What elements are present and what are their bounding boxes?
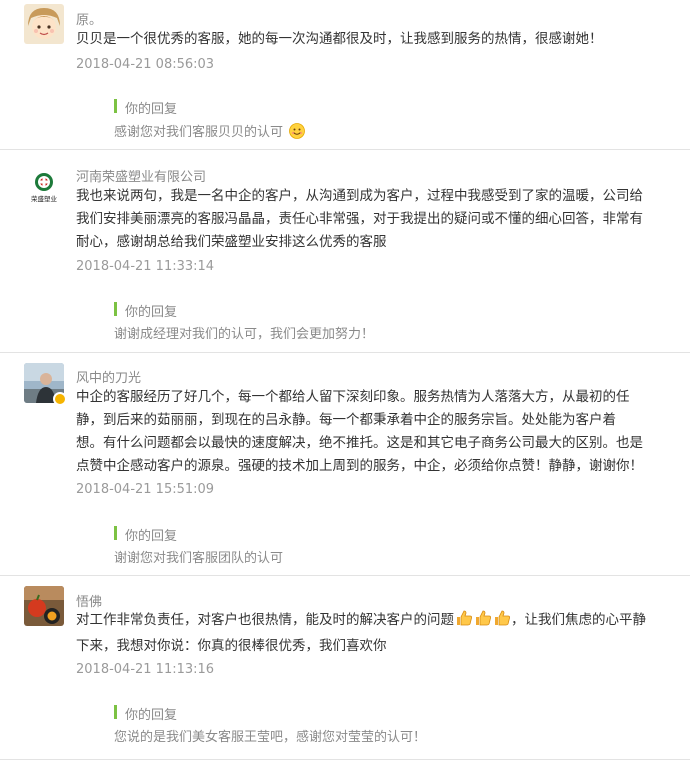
thumbs-up-icon — [474, 609, 492, 635]
smile-emoji-icon — [289, 122, 306, 143]
reply-label: 你的回复 — [125, 529, 178, 544]
comment-timestamp: 2018-04-21 15:51:09 — [76, 482, 215, 497]
comment-line: 静，到后来的茹丽丽，到现在的吕永静。每一个都秉承着中企的服务宗旨。处处能为客户着 — [76, 412, 616, 428]
cartoon-face-avatar[interactable] — [24, 4, 64, 44]
comment-timestamp: 2018-04-21 08:56:03 — [76, 57, 215, 72]
comment-line: 下来，我想对你说：你真的很棒很优秀，我们喜欢你 — [76, 638, 387, 654]
comment-item: 风中的刀光 中企的客服经历了好几个，每一个都给人留下深刻印象。服务热情为人落落大… — [0, 353, 690, 576]
comment-line: 耐心，感谢胡总给我们荣盛塑业安排这么优秀的客服 — [76, 234, 387, 250]
thumbs-up-icon — [493, 609, 511, 635]
company-logo-avatar[interactable]: 荣盛塑业 — [24, 166, 64, 206]
comment-body: 我也来说两句，我是一名中企的客户，从沟通到成为客户，过程中我感受到了家的温暖，公… — [76, 185, 674, 254]
reply-label: 你的回复 — [125, 102, 178, 117]
comment-username[interactable]: 悟佛 — [76, 591, 102, 610]
comment-body: 中企的客服经历了好几个，每一个都给人留下深刻印象。服务热情为人落落大方，从最初的… — [76, 386, 674, 478]
comment-item: 原。 贝贝是一个很优秀的客服，她的每一次沟通都很及时，让我感到服务的热情，很感谢… — [0, 0, 690, 150]
thumbs-up-icon — [455, 609, 473, 635]
reply-accent-bar — [114, 99, 117, 113]
reply-accent-bar — [114, 526, 117, 540]
comment-line: 我也来说两句，我是一名中企的客户，从沟通到成为客户，过程中我感受到了家的温暖，公… — [76, 188, 643, 204]
comment-username[interactable]: 原。 — [76, 9, 102, 28]
comment-line-suffix: ，让我们焦虑的心平静 — [511, 612, 646, 628]
comment-username[interactable]: 风中的刀光 — [76, 367, 141, 386]
reply-label: 你的回复 — [125, 708, 178, 723]
comment-line: 点赞中企感动客户的源泉。强硬的技术加上周到的服务，中企，必须给你点赞！静静，谢谢… — [76, 458, 643, 474]
reply-text-content: 感谢您对我们客服贝贝的认可 — [114, 125, 284, 140]
comment-body: 贝贝是一个很优秀的客服，她的每一次沟通都很及时，让我感到服务的热情，很感谢她！ — [76, 28, 674, 51]
comment-item: 悟佛 对工作非常负责任，对客户也很热情，能及时的解决客户的问题 ，让我们焦虑的心平… — [0, 576, 690, 760]
comment-line: 我们安排美丽漂亮的客服冯晶晶，责任心非常强，对于我提出的疑问或不懂的细心回答，非… — [76, 211, 643, 227]
comment-line: 对工作非常负责任，对客户也很热情，能及时的解决客户的问题 ，让我们焦虑的心平静 — [76, 609, 674, 635]
comment-item: 荣盛塑业 河南荣盛塑业有限公司 我也来说两句，我是一名中企的客户，从沟通到成为客… — [0, 150, 690, 353]
verified-badge-icon — [53, 392, 67, 406]
reply-accent-bar — [114, 705, 117, 719]
comment-line: 想。有什么问题都会以最快的速度解决，绝不推托。这是和其它电子商务公司最大的区别。… — [76, 435, 643, 451]
comment-timestamp: 2018-04-21 11:33:14 — [76, 259, 215, 274]
photo-avatar[interactable] — [24, 363, 67, 406]
comment-timestamp: 2018-04-21 11:13:16 — [76, 662, 215, 677]
reply-text: 谢谢成经理对我们的认可，我们会更加努力！ — [114, 327, 375, 342]
comment-body: 对工作非常负责任，对客户也很热情，能及时的解决客户的问题 ，让我们焦虑的心平静 下… — [76, 609, 674, 658]
comment-line-text: 对工作非常负责任，对客户也很热情，能及时的解决客户的问题 — [76, 612, 454, 628]
reply-text: 感谢您对我们客服贝贝的认可 — [114, 121, 306, 143]
comment-line: 中企的客服经历了好几个，每一个都给人留下深刻印象。服务热情为人落落大方，从最初的… — [76, 389, 630, 405]
reply-text: 您说的是我们美女客服王莹吧，感谢您对莹莹的认可！ — [114, 730, 427, 745]
reply-text: 谢谢您对我们客服团队的认可 — [114, 551, 284, 566]
fruit-photo-avatar[interactable] — [24, 586, 64, 626]
reply-label: 你的回复 — [125, 305, 178, 320]
comment-line: 贝贝是一个很优秀的客服，她的每一次沟通都很及时，让我感到服务的热情，很感谢她！ — [76, 31, 603, 47]
logo-caption: 荣盛塑业 — [31, 194, 58, 203]
comment-username[interactable]: 河南荣盛塑业有限公司 — [76, 166, 206, 185]
reply-accent-bar — [114, 302, 117, 316]
